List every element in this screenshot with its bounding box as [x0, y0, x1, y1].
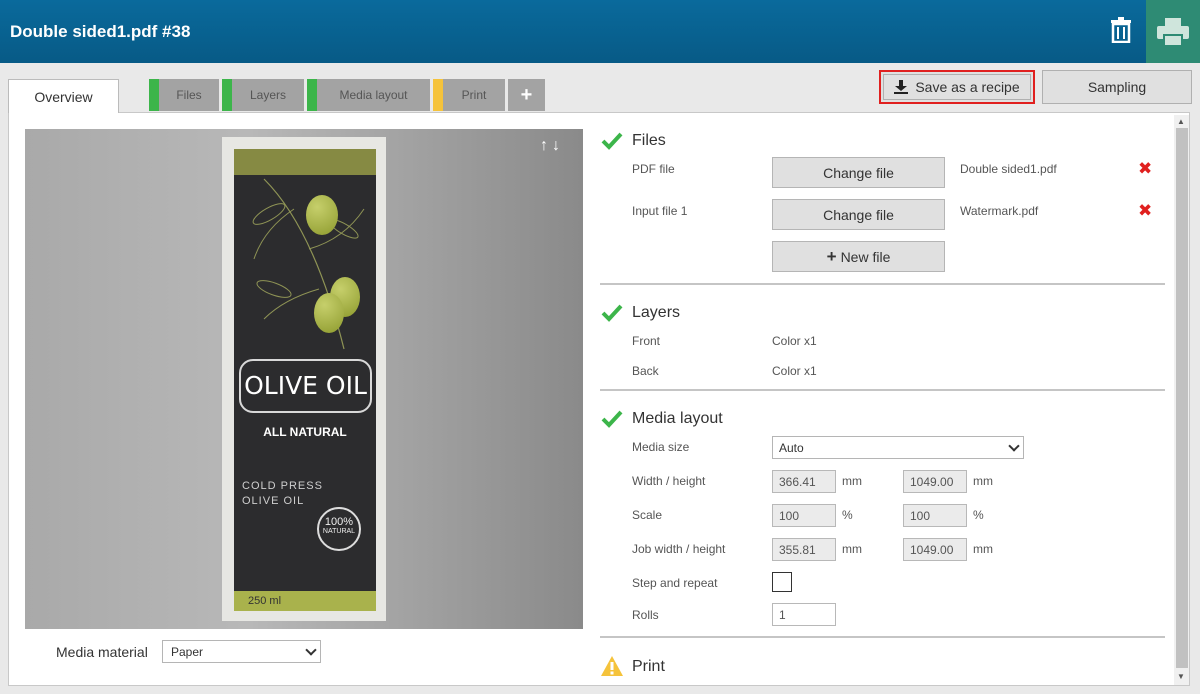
tab-print-status — [433, 79, 443, 111]
unit-mm: mm — [973, 474, 993, 488]
rolls-input[interactable]: 1 — [772, 603, 836, 626]
tab-media-layout-status — [307, 79, 317, 111]
input-file-1-label: Input file 1 — [632, 204, 688, 218]
badge-natural: NATURAL — [322, 528, 356, 535]
divider — [600, 283, 1165, 285]
tab-overview[interactable]: Overview — [8, 79, 119, 113]
tab-files-label: Files — [176, 88, 202, 102]
layer-back-value: Color x1 — [772, 364, 817, 378]
add-tab-button[interactable]: + — [508, 79, 545, 111]
chevron-down-icon — [1008, 440, 1020, 452]
job-width-height-label: Job width / height — [632, 542, 726, 556]
unit-percent: % — [842, 508, 853, 522]
plus-icon: + — [826, 246, 837, 266]
label-title: OLIVE OIL — [239, 359, 372, 413]
media-material-label: Media material — [56, 644, 148, 660]
tab-print[interactable]: Print — [433, 79, 505, 111]
step-and-repeat-checkbox[interactable] — [772, 572, 792, 592]
save-as-recipe-label: Save as a recipe — [915, 79, 1020, 95]
scroll-down-icon[interactable]: ▼ — [1177, 672, 1185, 681]
page-title: Double sided1.pdf #38 — [10, 22, 191, 41]
change-file-label: Change file — [823, 164, 894, 181]
media-size-select[interactable]: Auto — [772, 436, 1024, 459]
scroll-up-icon[interactable]: ▲ — [1177, 117, 1185, 126]
section-title-media-layout: Media layout — [632, 410, 723, 427]
download-icon — [894, 80, 909, 94]
label-cold-press: COLD PRESS OLIVE OIL — [242, 479, 323, 509]
divider — [600, 389, 1165, 391]
step-and-repeat-label: Step and repeat — [632, 576, 718, 590]
layer-front-value: Color x1 — [772, 334, 817, 348]
media-material-select[interactable]: Paper — [162, 640, 321, 663]
media-material-value: Paper — [171, 645, 204, 659]
job-width-input[interactable]: 355.81 — [772, 538, 836, 561]
tab-layers-status — [222, 79, 232, 111]
media-size-label: Media size — [632, 440, 690, 454]
layer-front-label: Front — [632, 334, 661, 348]
remove-input-file-1-icon[interactable]: ✖ — [1138, 201, 1152, 221]
print-button[interactable] — [1146, 0, 1200, 63]
natural-badge: 100% NATURAL — [317, 507, 361, 551]
layer-back-label: Back — [632, 364, 659, 378]
check-icon — [601, 304, 623, 322]
input-file-1-name: Watermark.pdf — [960, 204, 1039, 218]
scale-label: Scale — [632, 508, 663, 522]
label-cold-press-line2: OLIVE OIL — [242, 495, 305, 507]
tab-overview-label: Overview — [34, 88, 93, 105]
width-height-label: Width / height — [632, 474, 706, 488]
check-icon — [601, 410, 623, 428]
badge-percent: 100% — [324, 516, 354, 528]
section-title-files: Files — [632, 132, 666, 149]
media-size-value: Auto — [779, 441, 804, 455]
unit-mm: mm — [842, 474, 862, 488]
label-subtitle: ALL NATURAL — [263, 425, 347, 439]
tab-layers-label: Layers — [249, 88, 287, 102]
page-order-arrows-icon[interactable]: ↑↓ — [540, 137, 564, 155]
new-file-label: New file — [840, 248, 891, 265]
pdf-file-label: PDF file — [632, 162, 675, 176]
warning-icon — [601, 656, 623, 676]
top-bar: Double sided1.pdf #38 — [0, 0, 1200, 63]
tab-files[interactable]: Files — [149, 79, 219, 111]
new-file-button[interactable]: + New file — [772, 241, 945, 272]
label-volume: 250 ml — [234, 591, 376, 611]
section-title-layers: Layers — [632, 304, 681, 321]
plus-icon: + — [520, 83, 533, 106]
chevron-down-icon — [305, 644, 317, 656]
label-cold-press-line1: COLD PRESS — [242, 480, 323, 492]
printer-icon — [1157, 17, 1189, 46]
tab-layers[interactable]: Layers — [222, 79, 304, 111]
rolls-label: Rolls — [632, 608, 659, 622]
pdf-file-name: Double sided1.pdf — [960, 162, 1057, 176]
sampling-button[interactable]: Sampling — [1042, 70, 1192, 104]
label-preview: OLIVE OIL ALL NATURAL COLD PRESS OLIVE OI… — [234, 149, 376, 611]
olive-branch-illustration — [252, 178, 365, 350]
divider — [600, 636, 1165, 638]
unit-mm: mm — [842, 542, 862, 556]
section-title-print: Print — [632, 658, 665, 675]
width-input[interactable]: 366.41 — [772, 470, 836, 493]
change-input-file-1-button[interactable]: Change file — [772, 199, 945, 230]
tab-media-layout-label: Media layout — [339, 88, 408, 102]
height-input[interactable]: 1049.00 — [903, 470, 967, 493]
tab-files-status — [149, 79, 159, 111]
tab-print-label: Print — [461, 88, 487, 102]
scale-width-input[interactable]: 100 — [772, 504, 836, 527]
olive-graphic — [306, 195, 338, 235]
scrollbar-thumb[interactable] — [1176, 128, 1188, 668]
tab-media-layout[interactable]: Media layout — [307, 79, 430, 111]
change-file-label: Change file — [823, 206, 894, 223]
save-as-recipe-button[interactable]: Save as a recipe — [879, 70, 1035, 104]
check-icon — [601, 132, 623, 150]
trash-icon[interactable] — [1104, 13, 1138, 47]
job-height-input[interactable]: 1049.00 — [903, 538, 967, 561]
remove-pdf-file-icon[interactable]: ✖ — [1138, 159, 1152, 179]
change-pdf-file-button[interactable]: Change file — [772, 157, 945, 188]
scale-height-input[interactable]: 100 — [903, 504, 967, 527]
unit-percent: % — [973, 508, 984, 522]
sampling-label: Sampling — [1087, 79, 1147, 95]
unit-mm: mm — [973, 542, 993, 556]
olive-graphic — [314, 293, 344, 333]
